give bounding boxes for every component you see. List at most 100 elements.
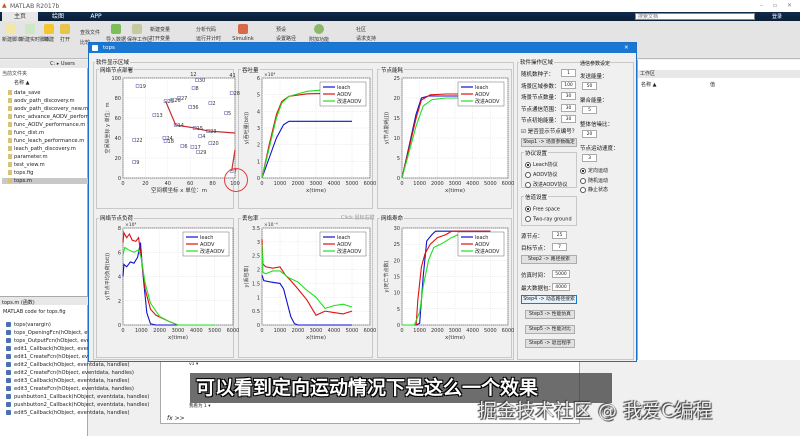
x-tick-label: 6000 bbox=[502, 181, 515, 187]
y-tick-label: 25 bbox=[394, 76, 400, 82]
y-tick-label: 4 bbox=[118, 275, 121, 281]
node-label: 28 bbox=[234, 91, 240, 97]
y-tick-label: 6 bbox=[257, 76, 260, 82]
x-tick-label: 1000 bbox=[274, 181, 287, 187]
axis-exponent: ×10⁴ bbox=[264, 72, 275, 78]
node-label: 14 bbox=[178, 123, 184, 129]
y-tick-label: 0 bbox=[257, 323, 260, 329]
x-tick-label: 4000 bbox=[466, 181, 479, 187]
chart-5: 0 1000 2000 3000 4000 5000 6000 0 5 10 15 20 25 30 x(t… bbox=[383, 226, 514, 341]
y-tick-label: 6 bbox=[118, 250, 121, 256]
y-tick-label: 20 bbox=[115, 156, 121, 162]
x-tick-label: 5000 bbox=[346, 181, 359, 187]
x-tick-label: 60 bbox=[187, 181, 193, 187]
legend-label: leach bbox=[200, 235, 213, 241]
x-tick-label: 0 bbox=[400, 328, 403, 334]
x-tick-label: 5000 bbox=[208, 328, 221, 334]
y-tick-label: 10 bbox=[394, 136, 400, 142]
x-tick-label: 3000 bbox=[310, 181, 323, 187]
axis-exponent: ×10⁻⁴ bbox=[264, 222, 278, 228]
x-tick-label: 2000 bbox=[292, 328, 305, 334]
y-axis-label: y(吞吐量(bit)) bbox=[243, 112, 250, 144]
y-tick-label: 0.5 bbox=[252, 309, 260, 315]
y-tick-label: 80 bbox=[115, 96, 121, 102]
node-label: 9 bbox=[136, 160, 139, 166]
y-tick-label: 3 bbox=[257, 240, 260, 246]
legend-label: AODV bbox=[200, 242, 215, 248]
x-tick-label: 4000 bbox=[328, 328, 341, 334]
x-tick-label: 5000 bbox=[484, 181, 497, 187]
node-label: 29 bbox=[200, 150, 206, 156]
y-tick-label: 0 bbox=[257, 176, 260, 182]
x-tick-label: 6000 bbox=[364, 181, 377, 187]
y-axis-label: 空间纵坐标 y 单位：m bbox=[104, 102, 111, 153]
node-label: 30 bbox=[199, 78, 205, 84]
legend-label: 改进AODV bbox=[337, 248, 362, 255]
x-axis-label: x(time) bbox=[168, 335, 188, 341]
y-tick-label: 20 bbox=[394, 96, 400, 102]
x-tick-label: 2000 bbox=[431, 328, 444, 334]
node-label: 18 bbox=[168, 139, 174, 145]
y-tick-label: 2.5 bbox=[252, 254, 260, 260]
legend-label: AODV bbox=[475, 92, 490, 98]
y-axis-label: y(节点能耗(J)) bbox=[383, 112, 390, 144]
legend-label: leach bbox=[337, 235, 350, 241]
x-tick-label: 5000 bbox=[346, 328, 359, 334]
x-tick-label: 6000 bbox=[502, 328, 515, 334]
tab-plots[interactable]: 绘图 bbox=[40, 12, 76, 21]
x-tick-label: 3000 bbox=[172, 328, 185, 334]
legend-label: leach bbox=[337, 85, 350, 91]
y-tick-label: 2 bbox=[257, 268, 260, 274]
x-tick-label: 3000 bbox=[449, 181, 462, 187]
login-link[interactable]: 登录 bbox=[772, 13, 782, 20]
y-tick-label: 15 bbox=[394, 116, 400, 122]
ribbon-tabs: 主页 绘图 APP 搜索文档 登录 bbox=[0, 12, 800, 21]
x-tick-label: 4000 bbox=[190, 328, 203, 334]
x-axis-label: 空间横坐标 x 单位：m bbox=[151, 186, 207, 194]
cursor-click-highlight bbox=[224, 168, 248, 192]
x-axis-label: x(time) bbox=[445, 188, 465, 194]
tab-apps[interactable]: APP bbox=[78, 12, 114, 21]
legend-label: leach bbox=[475, 235, 488, 241]
x-tick-label: 3000 bbox=[449, 328, 462, 334]
legend-label: 改进AODV bbox=[337, 98, 362, 105]
y-axis-label: y(丢包率) bbox=[243, 266, 250, 288]
x-tick-label: 2000 bbox=[431, 181, 444, 187]
node-label: 12 bbox=[190, 72, 196, 78]
y-tick-label: 3 bbox=[257, 126, 260, 132]
search-docs-input[interactable]: 搜索文档 bbox=[635, 13, 755, 20]
x-tick-label: 4000 bbox=[328, 181, 341, 187]
y-tick-label: 10 bbox=[394, 291, 400, 297]
y-tick-label: 0 bbox=[118, 176, 121, 182]
x-tick-label: 0 bbox=[121, 328, 124, 334]
y-tick-label: 8 bbox=[118, 226, 121, 232]
y-tick-label: 20 bbox=[394, 258, 400, 264]
chart-3: 0 1000 2000 3000 4000 5000 6000 0 2 4 6 8 x(time) y(节… bbox=[104, 222, 239, 341]
y-tick-label: 100 bbox=[111, 76, 121, 82]
y-tick-label: 2 bbox=[118, 299, 121, 305]
x-tick-label: 4000 bbox=[466, 328, 479, 334]
chart-4: 0 1000 2000 3000 4000 5000 6000 0 0.5 1 1.5 2 2.5 3 3.… bbox=[243, 222, 376, 341]
chart-2: 0 1000 2000 3000 4000 5000 6000 0 5 10 15 20 25 x(tim… bbox=[383, 76, 514, 194]
x-tick-label: 1000 bbox=[135, 328, 148, 334]
x-tick-label: 3000 bbox=[310, 328, 323, 334]
watermark: 掘金技术社区 @ 我爱C编程 bbox=[478, 400, 713, 422]
x-tick-label: 1000 bbox=[413, 328, 426, 334]
node-label: 36 bbox=[192, 105, 198, 111]
y-tick-label: 0 bbox=[397, 323, 400, 329]
x-tick-label: 1000 bbox=[413, 181, 426, 187]
legend-label: leach bbox=[475, 85, 488, 91]
y-tick-label: 5 bbox=[257, 93, 260, 99]
legend-label: 改进AODV bbox=[475, 98, 500, 105]
axis-exponent: ×10⁴ bbox=[125, 222, 136, 228]
y-tick-label: 2 bbox=[257, 143, 260, 149]
node-label: 41 bbox=[229, 73, 235, 79]
node-label: 15 bbox=[197, 126, 203, 132]
y-tick-label: 0 bbox=[118, 323, 121, 329]
y-tick-label: 15 bbox=[394, 275, 400, 281]
figure-charts: 0 20 40 60 80 100020406080100空间横坐标 x 单位：m空间纵坐… bbox=[104, 72, 514, 341]
x-tick-label: 0 bbox=[260, 328, 263, 334]
node-label: 6 bbox=[184, 144, 187, 150]
x-axis-label: x(time) bbox=[306, 335, 326, 341]
tab-home[interactable]: 主页 bbox=[2, 12, 38, 21]
